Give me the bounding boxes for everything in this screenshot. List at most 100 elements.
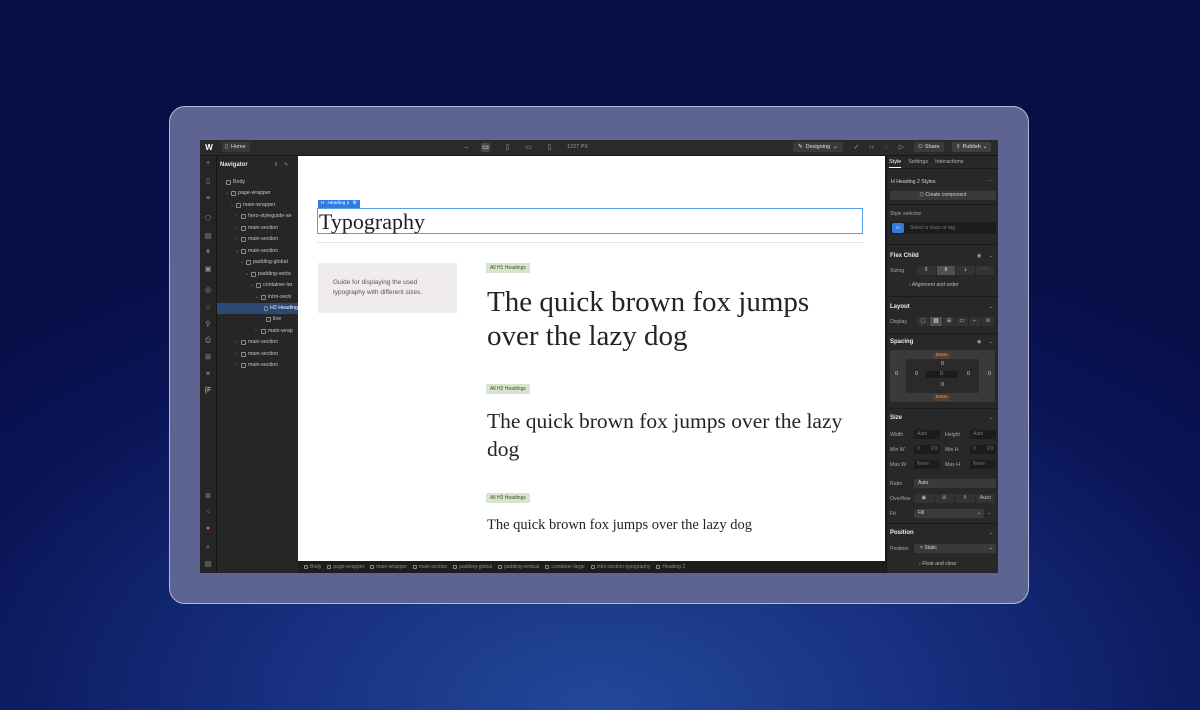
navigator-item[interactable]: Body — [217, 177, 298, 188]
record-icon[interactable]: ● — [203, 524, 213, 534]
cms-icon[interactable]: ◎ — [203, 286, 213, 296]
navigator-item[interactable]: ⌄ padding-global — [217, 257, 298, 268]
grow-icon[interactable]: ⇳ — [936, 266, 956, 275]
position-heading[interactable]: Position — [890, 530, 914, 536]
info-icon[interactable]: ◉ — [977, 253, 982, 259]
navigator-item[interactable]: › hero-styleguide-se — [217, 211, 298, 222]
none-icon[interactable]: ⇣ — [956, 266, 976, 275]
expand-toggle-icon[interactable]: ⌄ — [250, 280, 254, 291]
breadcrumb-item[interactable]: container-large — [545, 564, 585, 570]
h2-tag[interactable]: All H2 Headings — [486, 384, 530, 394]
code-icon[interactable]: ‹› — [867, 143, 876, 152]
chevron-down-icon[interactable]: ⌄ — [989, 530, 993, 536]
navigator-item[interactable]: ⌄ page-wrapper — [217, 188, 298, 199]
chevron-down-icon[interactable]: ⌄ — [989, 339, 993, 345]
shrink-icon[interactable]: ⇕ — [917, 266, 937, 275]
breadcrumb-item[interactable]: page-wrapper — [327, 564, 364, 570]
comment-icon[interactable]: ◌ — [882, 143, 891, 152]
info-icon[interactable]: ◉ — [977, 339, 982, 345]
webflow-logo-icon[interactable]: W — [203, 142, 215, 153]
share-button[interactable]: ⚇ Share — [914, 142, 944, 152]
max-width-input[interactable]: None — [914, 460, 940, 469]
h3-tag[interactable]: All H3 Headings — [486, 493, 530, 503]
preview-play-icon[interactable]: ▷ — [897, 143, 906, 152]
min-width-input[interactable]: 0 PX — [914, 445, 940, 454]
tab-settings[interactable]: Settings — [908, 156, 928, 168]
logic-icon[interactable]: ⎙ — [203, 336, 213, 346]
help-icon[interactable]: ▤ — [203, 560, 213, 570]
navigator-item[interactable]: ⌄ container-lar — [217, 280, 298, 291]
breadcrumb-item[interactable]: main-wrapper — [370, 564, 407, 570]
flex-child-heading[interactable]: Flex Child — [890, 253, 919, 259]
navigator-item[interactable]: › main-section — [217, 337, 298, 348]
sizing-segmented-control[interactable]: ⇕ ⇳ ⇣ ⋯ — [917, 266, 995, 275]
margin-bottom-value[interactable]: Dmm — [933, 395, 951, 401]
settings-icon[interactable]: ⚙ — [203, 492, 213, 502]
ecommerce-icon[interactable]: ⌂ — [203, 303, 213, 313]
navigator-item[interactable]: H2 Heading — [217, 302, 298, 314]
display-grid-icon[interactable]: ⊞ — [943, 317, 956, 326]
navigator-item[interactable]: ⌄ padding-vertic — [217, 269, 298, 280]
create-component-button[interactable]: ⬡ Create component — [890, 191, 996, 200]
padding-bottom-value[interactable]: 0 — [941, 382, 944, 388]
padding-top-value[interactable]: 0 — [941, 361, 944, 367]
display-inline-icon[interactable]: ⌐ — [969, 317, 982, 326]
navigator-item[interactable]: › main-section — [217, 349, 298, 360]
expand-toggle-icon[interactable]: ⌄ — [245, 269, 249, 280]
h1-tag[interactable]: All H1 Headings — [486, 263, 530, 273]
tablet-breakpoint-icon[interactable]: ▯ — [503, 143, 512, 152]
expand-toggle-icon[interactable]: ⌄ — [235, 246, 239, 257]
variables-icon[interactable]: ▤ — [203, 232, 213, 242]
expand-toggle-icon[interactable]: ⌄ — [230, 200, 234, 211]
navigator-item[interactable]: › main-section — [217, 234, 298, 245]
design-canvas[interactable]: H Heading 2 ⚙ Typography Guide for displ… — [298, 156, 885, 561]
spacing-box-model[interactable]: Dmm 0 0 0 0 0 0 0 Dmm — [890, 350, 995, 402]
h3-sample[interactable]: The quick brown fox jumps over the lazy … — [487, 516, 877, 534]
margin-left-value[interactable]: 0 — [895, 371, 898, 377]
search-icon[interactable]: ⌕ — [203, 543, 213, 553]
assets-icon[interactable]: ▣ — [203, 265, 213, 275]
more-options-icon[interactable]: – — [988, 511, 991, 517]
style-selectors-icon[interactable]: ⚘ — [203, 248, 213, 258]
size-heading[interactable]: Size — [890, 415, 902, 421]
expand-toggle-icon[interactable]: ⌄ — [240, 257, 244, 268]
navigator-item[interactable]: ⌄ intro-secti — [217, 292, 298, 303]
breadcrumb-item[interactable]: intro-section-typography — [590, 564, 650, 570]
expand-toggle-icon[interactable]: ⌄ — [225, 188, 229, 199]
check-icon[interactable]: ✓ — [852, 143, 861, 152]
layout-heading[interactable]: Layout — [890, 304, 910, 310]
navigator-item[interactable]: › main-wrap — [217, 326, 298, 337]
overflow-segmented-control[interactable]: ◉ ⊘ ⇳ Auto — [914, 494, 996, 503]
more-icon[interactable]: ⋯ — [976, 266, 995, 275]
designer-mode-dropdown[interactable]: ✎ Designing ⌄ — [793, 142, 843, 152]
navigator-item[interactable]: line — [217, 314, 298, 325]
more-options-icon[interactable]: ⋯ — [987, 178, 992, 184]
mobile-landscape-breakpoint-icon[interactable]: ▭ — [524, 143, 533, 152]
breadcrumb-item[interactable]: padding-global — [453, 564, 492, 570]
expand-toggle-icon[interactable]: › — [235, 223, 239, 234]
position-select[interactable]: × Static ⌄ — [914, 544, 996, 553]
expand-toggle-icon[interactable]: › — [235, 360, 239, 371]
navigator-item[interactable]: › main-section — [217, 360, 298, 371]
breadcrumb-item[interactable]: main-section — [412, 564, 447, 570]
expand-toggle-icon[interactable]: › — [235, 337, 239, 348]
class-selector-input[interactable]: Select a class or tag — [890, 222, 996, 234]
float-clear-toggle[interactable]: › Float and clear — [919, 561, 957, 567]
components-icon[interactable]: ⬡ — [203, 214, 213, 224]
overflow-visible-icon[interactable]: ◉ — [914, 494, 935, 503]
expand-toggle-icon[interactable]: › — [235, 234, 239, 245]
padding-right-value[interactable]: 0 — [967, 371, 970, 377]
navigator-item[interactable]: › main-section — [217, 223, 298, 234]
h1-sample[interactable]: The quick brown fox jumps over the lazy … — [487, 285, 867, 353]
ratio-select[interactable]: Auto — [914, 479, 996, 488]
alignment-order-toggle[interactable]: › Alignment and order — [909, 282, 959, 288]
expand-toggle-icon[interactable]: ⌄ — [255, 292, 259, 303]
fit-select[interactable]: Fill ⌄ — [914, 509, 984, 518]
audit-icon[interactable]: ⁖ — [203, 508, 213, 518]
finsweet-icon[interactable]: {F — [203, 386, 213, 396]
tab-interactions[interactable]: Interactions — [935, 156, 963, 168]
page-selector-button[interactable]: ▯ Home — [222, 142, 250, 152]
max-height-input[interactable]: None — [970, 460, 996, 469]
chevron-down-icon[interactable]: ⌄ — [989, 304, 993, 310]
selection-badge[interactable]: H Heading 2 ⚙ — [318, 200, 360, 208]
